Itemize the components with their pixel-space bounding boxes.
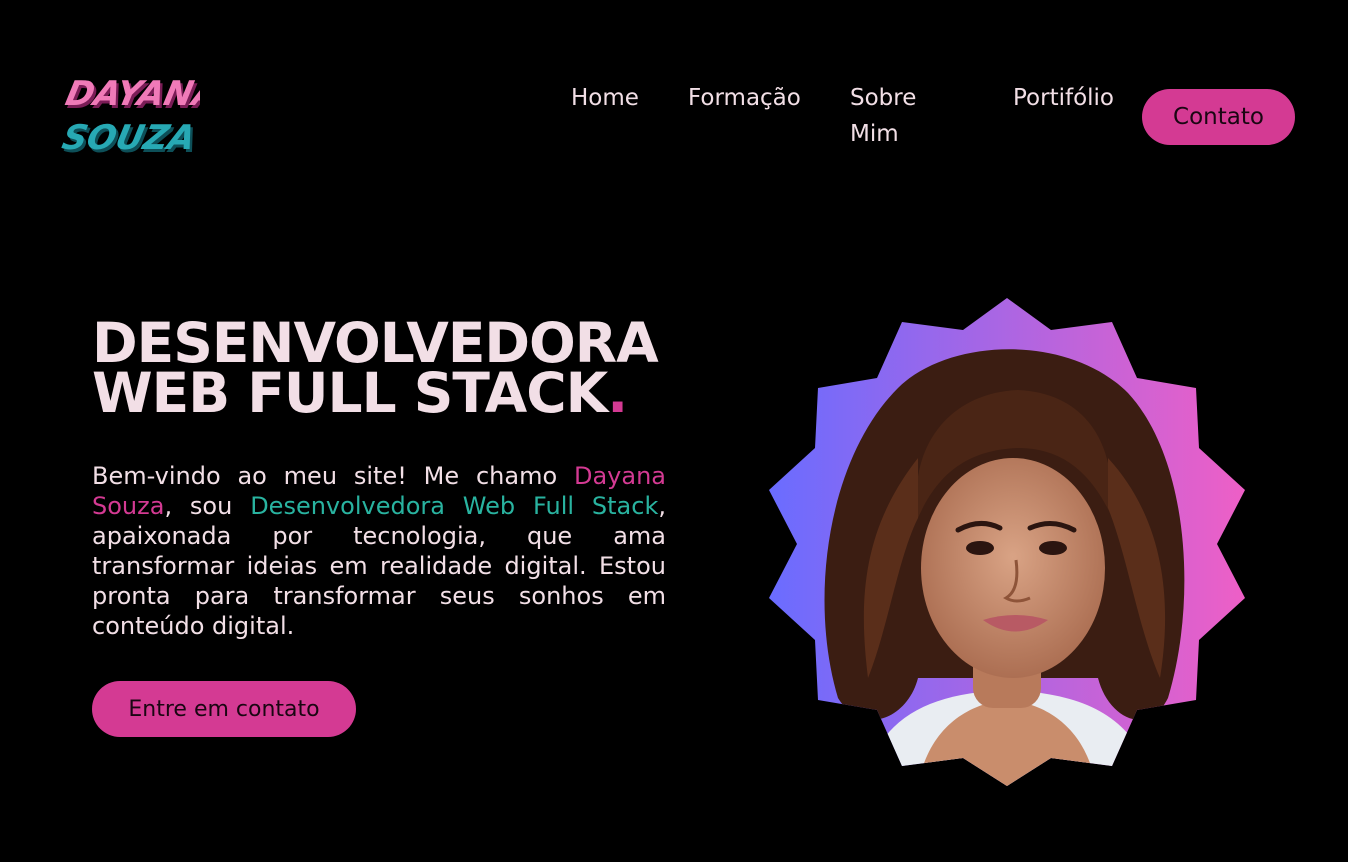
site-logo[interactable]: DAYANA DAYANA SOUZA SOUZA — [60, 62, 200, 162]
hero-title: DESENVOLVEDORA WEB FULL STACK. — [92, 316, 692, 421]
logo-graphic: DAYANA DAYANA SOUZA SOUZA — [60, 74, 200, 161]
intro-role: Desenvolvedora Web Full Stack — [250, 492, 659, 520]
nav-formacao[interactable]: Formação — [688, 80, 801, 116]
hero-intro: Bem-vindo ao meu site! Me chamo Dayana S… — [92, 461, 666, 641]
hero-title-dot: . — [607, 361, 628, 425]
nav-sobre-mim[interactable]: Sobre Mim — [850, 80, 940, 152]
profile-photo — [768, 298, 1246, 786]
intro-part1: Bem-vindo ao meu site! Me chamo — [92, 462, 574, 490]
nav-portifolio[interactable]: Portifólio — [1013, 80, 1114, 116]
intro-part2: , sou — [164, 492, 251, 520]
logo-line2: SOUZA — [60, 118, 199, 158]
logo-line1: DAYANA — [62, 74, 200, 114]
nav-home[interactable]: Home — [571, 80, 639, 116]
entre-em-contato-button[interactable]: Entre em contato — [92, 681, 356, 737]
hero-title-line2: WEB FULL STACK — [92, 361, 608, 425]
contato-button[interactable]: Contato — [1142, 89, 1295, 145]
hero-title-line2-wrap: WEB FULL STACK. — [92, 366, 692, 421]
profile-photo-icon — [769, 298, 1245, 786]
